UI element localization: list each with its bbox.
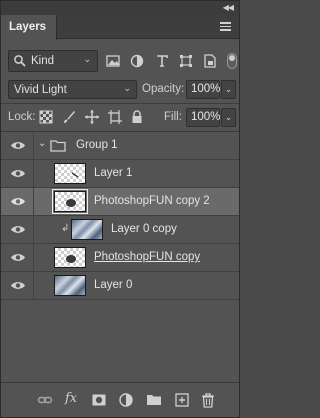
layer-thumbnail (54, 275, 86, 296)
visibility-eye-icon[interactable] (10, 196, 26, 207)
new-group-folder-icon[interactable] (146, 392, 162, 408)
lock-transparent-pixels-icon[interactable] (38, 109, 54, 125)
add-layer-mask-icon[interactable] (91, 392, 107, 408)
visibility-eye-icon[interactable] (10, 280, 26, 291)
filter-kind-select[interactable]: Kind ⌄ (8, 50, 98, 72)
panel-footer: fx (1, 382, 239, 417)
chevron-down-icon: ⌄ (123, 83, 131, 93)
smart-object-filter-icon[interactable] (202, 53, 218, 69)
blend-mode-value: Vivid Light (14, 84, 67, 96)
clipping-mask-arrow-icon: ↲ (61, 223, 70, 234)
lock-position-icon[interactable] (84, 109, 100, 125)
link-layers-icon[interactable] (37, 392, 53, 408)
opacity-label: Opacity: (142, 83, 185, 95)
blend-mode-select[interactable]: Vivid Light ⌄ (8, 80, 137, 99)
layer-row-layer-0-copy[interactable]: ↲ Layer 0 copy (1, 216, 239, 244)
lock-image-pixels-icon[interactable] (61, 109, 77, 125)
layer-row-photoshopfun-copy[interactable]: PhotoshopFUN copy (1, 244, 239, 272)
fill-label: Fill: (164, 111, 182, 123)
adjustment-layer-icon[interactable] (118, 392, 134, 408)
folder-icon (50, 140, 66, 152)
tab-layers-label: Layers (9, 21, 47, 33)
layer-thumbnail (54, 163, 86, 184)
filter-toggle[interactable] (227, 53, 237, 69)
layers-panel: ◀◀ Layers Kind ⌄ Vivid Light ⌄ Opacity: … (0, 0, 240, 418)
visibility-eye-icon[interactable] (10, 252, 26, 263)
pixel-layer-filter-icon[interactable] (105, 53, 121, 69)
chevron-down-icon[interactable]: ⌄ (38, 138, 46, 149)
new-layer-icon[interactable] (174, 392, 190, 408)
divider (1, 103, 239, 104)
filter-kind-label: Kind (31, 55, 55, 67)
panel-top-bar: ◀◀ (1, 1, 239, 15)
adjustment-layer-filter-icon[interactable] (129, 53, 145, 69)
shape-layer-filter-icon[interactable] (178, 53, 194, 69)
trash-icon[interactable] (200, 392, 216, 408)
layer-row-layer-1[interactable]: Layer 1 (1, 160, 239, 188)
layer-name: Layer 1 (94, 167, 133, 179)
visibility-eye-icon[interactable] (10, 224, 26, 235)
layer-name: Layer 0 (94, 279, 133, 291)
fill-dropdown-button[interactable]: ⌄ (221, 108, 236, 127)
lock-artboard-icon[interactable] (107, 109, 123, 125)
layer-row-group-1[interactable]: ⌄ Group 1 (1, 132, 239, 160)
tab-layers[interactable]: Layers (1, 15, 57, 40)
layer-name: Layer 0 copy (111, 223, 177, 235)
layer-thumbnail (71, 219, 103, 240)
panel-menu-icon[interactable] (220, 22, 231, 31)
search-icon (14, 55, 26, 67)
panel-tab-row: Layers (1, 15, 239, 40)
layer-name: PhotoshopFUN copy (94, 251, 201, 263)
layer-list: ⌄ Group 1 Layer 1 PhotoshopFUN copy 2 ↲ … (1, 131, 239, 381)
type-layer-filter-icon[interactable] (154, 53, 170, 69)
layer-name: Group 1 (76, 139, 118, 151)
fill-input[interactable]: 100% (186, 108, 220, 127)
layer-row-photoshopfun-copy-2[interactable]: PhotoshopFUN copy 2 (1, 188, 239, 216)
visibility-eye-icon[interactable] (10, 168, 26, 179)
lock-label: Lock: (8, 111, 36, 123)
layer-thumbnail (52, 189, 88, 214)
fx-icon[interactable]: fx (65, 391, 81, 407)
lock-all-icon[interactable] (129, 109, 145, 125)
opacity-dropdown-button[interactable]: ⌄ (221, 80, 236, 99)
opacity-input[interactable]: 100% (186, 80, 220, 99)
chevron-down-icon: ⌄ (83, 54, 91, 64)
layer-row-layer-0[interactable]: Layer 0 (1, 272, 239, 300)
collapse-arrows-icon[interactable]: ◀◀ (223, 3, 234, 12)
layer-thumbnail (54, 247, 86, 268)
visibility-eye-icon[interactable] (10, 140, 26, 151)
layer-name: PhotoshopFUN copy 2 (94, 195, 210, 207)
